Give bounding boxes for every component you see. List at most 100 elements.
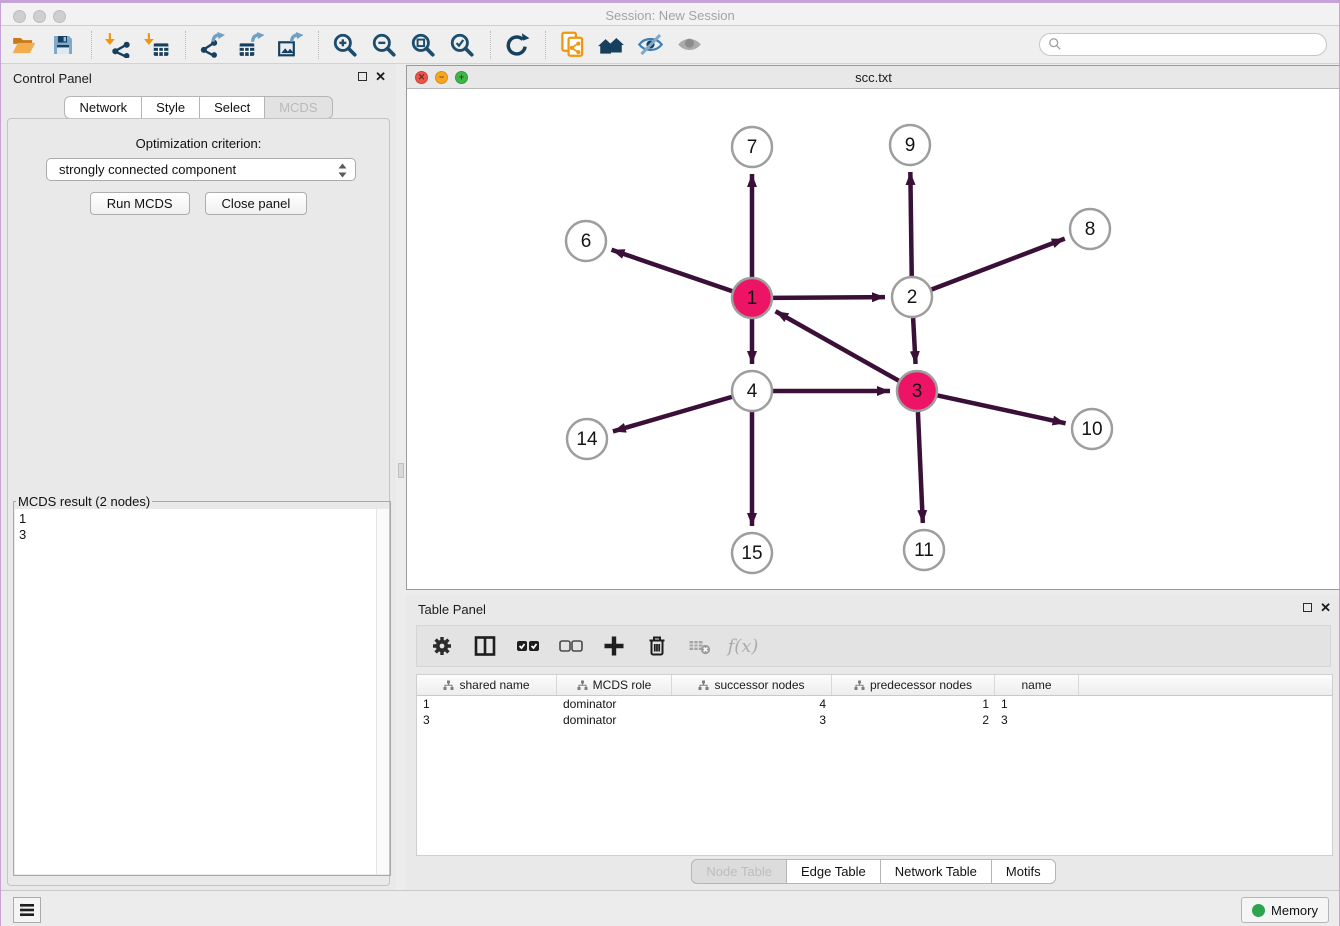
- select-all-checkboxes-icon[interactable]: [515, 633, 541, 659]
- control-tab-mcds[interactable]: MCDS: [265, 96, 332, 119]
- table-row[interactable]: 3dominator323: [417, 712, 1332, 728]
- graph-edge-3-1[interactable]: [776, 311, 899, 380]
- control-panel-tabs: NetworkStyleSelectMCDS: [1, 96, 396, 119]
- table-panel-close-icon[interactable]: ✕: [1320, 602, 1331, 613]
- control-panel-float-icon[interactable]: [358, 72, 367, 81]
- hamburger-menu-icon: [19, 903, 35, 917]
- hide-selected-eye-icon[interactable]: [635, 30, 665, 60]
- save-session-icon[interactable]: [48, 30, 78, 60]
- table-cell[interactable]: dominator: [557, 696, 672, 712]
- column-settings-gear-icon[interactable]: [429, 633, 455, 659]
- graph-node-label-4: 4: [747, 381, 758, 402]
- close-panel-button[interactable]: Close panel: [205, 192, 308, 215]
- table-tab-motifs[interactable]: Motifs: [992, 859, 1056, 884]
- mcds-result-fieldset: MCDS result (2 nodes) 1 3: [13, 494, 391, 876]
- table-cell[interactable]: 1: [417, 696, 557, 712]
- graph-edge-4-14[interactable]: [613, 397, 732, 432]
- network-graph[interactable]: 1234678910111415: [407, 89, 1340, 589]
- table-row[interactable]: 1dominator411: [417, 696, 1332, 712]
- table-panel-title: Table Panel: [418, 602, 486, 617]
- export-table-icon[interactable]: [236, 30, 266, 60]
- graph-node-label-8: 8: [1085, 219, 1096, 240]
- home-icon[interactable]: [596, 30, 626, 60]
- graph-edge-1-2[interactable]: [773, 297, 885, 298]
- network-canvas[interactable]: 1234678910111415: [407, 89, 1340, 589]
- deselect-all-checkboxes-icon[interactable]: [558, 633, 584, 659]
- control-panel: Control Panel ✕ NetworkStyleSelectMCDS O…: [1, 64, 396, 890]
- toolbar-separator: [490, 31, 492, 59]
- table-panel: Table Panel ✕: [406, 595, 1340, 890]
- memory-button-label: Memory: [1271, 903, 1318, 918]
- graph-node-label-9: 9: [905, 135, 916, 156]
- table-cell[interactable]: 1: [832, 696, 995, 712]
- column-header-predecessor-nodes[interactable]: predecessor nodes: [832, 675, 995, 695]
- import-network-icon[interactable]: [103, 30, 133, 60]
- graph-node-label-3: 3: [912, 381, 923, 402]
- table-toolbar: f(x): [416, 625, 1331, 667]
- run-mcds-button[interactable]: Run MCDS: [90, 192, 190, 215]
- graph-edge-2-8[interactable]: [932, 239, 1065, 290]
- import-table-icon[interactable]: [142, 30, 172, 60]
- graph-edge-1-6[interactable]: [612, 250, 733, 291]
- export-image-icon[interactable]: [275, 30, 305, 60]
- export-network-icon[interactable]: [197, 30, 227, 60]
- network-view-window: ✕ − + scc.txt 1234678910111415: [406, 65, 1340, 590]
- mcds-result-textarea[interactable]: 1 3: [15, 509, 389, 874]
- table-cell[interactable]: 4: [672, 696, 832, 712]
- column-header-MCDS-role[interactable]: MCDS role: [557, 675, 672, 695]
- column-header-successor-nodes[interactable]: successor nodes: [672, 675, 832, 695]
- control-panel-title: Control Panel: [13, 71, 92, 86]
- zoom-in-icon[interactable]: [330, 30, 360, 60]
- graph-node-label-14: 14: [576, 429, 598, 450]
- table-tab-network-table[interactable]: Network Table: [881, 859, 992, 884]
- search-input[interactable]: [1039, 33, 1327, 56]
- zoom-selected-icon[interactable]: [447, 30, 477, 60]
- window-titlebar: Session: New Session: [1, 0, 1339, 26]
- table-panel-float-icon[interactable]: [1303, 603, 1312, 612]
- mcds-result-values: 1 3: [19, 511, 26, 543]
- show-all-eye-icon[interactable]: [674, 30, 704, 60]
- mcds-result-title: MCDS result (2 nodes): [16, 494, 152, 509]
- table-cell[interactable]: 3: [672, 712, 832, 728]
- status-bar: Memory: [1, 890, 1339, 926]
- application-window: Session: New Session: [0, 0, 1340, 926]
- delete-table-icon: [687, 633, 713, 659]
- function-builder-icon: f(x): [730, 633, 756, 659]
- graph-edge-3-10[interactable]: [938, 395, 1066, 423]
- toolbar-separator: [318, 31, 320, 59]
- control-tab-select[interactable]: Select: [200, 96, 265, 119]
- split-view-icon[interactable]: [472, 633, 498, 659]
- search-field-wrap: [1039, 33, 1327, 56]
- control-panel-close-icon[interactable]: ✕: [375, 71, 386, 82]
- graph-edge-2-9[interactable]: [910, 172, 911, 276]
- table-cell[interactable]: dominator: [557, 712, 672, 728]
- table-cell[interactable]: 3: [995, 712, 1079, 728]
- graph-node-label-15: 15: [741, 543, 762, 564]
- delete-column-trash-icon[interactable]: [644, 633, 670, 659]
- control-tab-style[interactable]: Style: [142, 96, 200, 119]
- optimization-select[interactable]: strongly connected component: [46, 158, 356, 181]
- vertical-splitter-grip[interactable]: [398, 463, 404, 478]
- graph-edge-2-3[interactable]: [913, 318, 915, 364]
- table-cell[interactable]: 2: [832, 712, 995, 728]
- zoom-fit-icon[interactable]: [408, 30, 438, 60]
- apply-layout-icon[interactable]: [502, 30, 532, 60]
- add-column-icon[interactable]: [601, 633, 627, 659]
- column-header-shared-name[interactable]: shared name: [417, 675, 557, 695]
- network-window-titlebar[interactable]: ✕ − + scc.txt: [407, 66, 1340, 89]
- column-header-name[interactable]: name: [995, 675, 1079, 695]
- mcds-result-scrollbar[interactable]: [376, 509, 389, 874]
- table-cell[interactable]: 3: [417, 712, 557, 728]
- table-cell[interactable]: 1: [995, 696, 1079, 712]
- toolbar-separator: [91, 31, 93, 59]
- graph-edge-3-11[interactable]: [918, 412, 923, 523]
- control-tab-network[interactable]: Network: [64, 96, 142, 119]
- clone-network-icon[interactable]: [557, 30, 587, 60]
- status-menu-button[interactable]: [13, 897, 41, 923]
- graph-node-label-10: 10: [1081, 419, 1102, 440]
- table-tab-edge-table[interactable]: Edge Table: [787, 859, 881, 884]
- table-tab-node-table[interactable]: Node Table: [691, 859, 787, 884]
- open-file-icon[interactable]: [9, 30, 39, 60]
- memory-button[interactable]: Memory: [1241, 897, 1329, 923]
- zoom-out-icon[interactable]: [369, 30, 399, 60]
